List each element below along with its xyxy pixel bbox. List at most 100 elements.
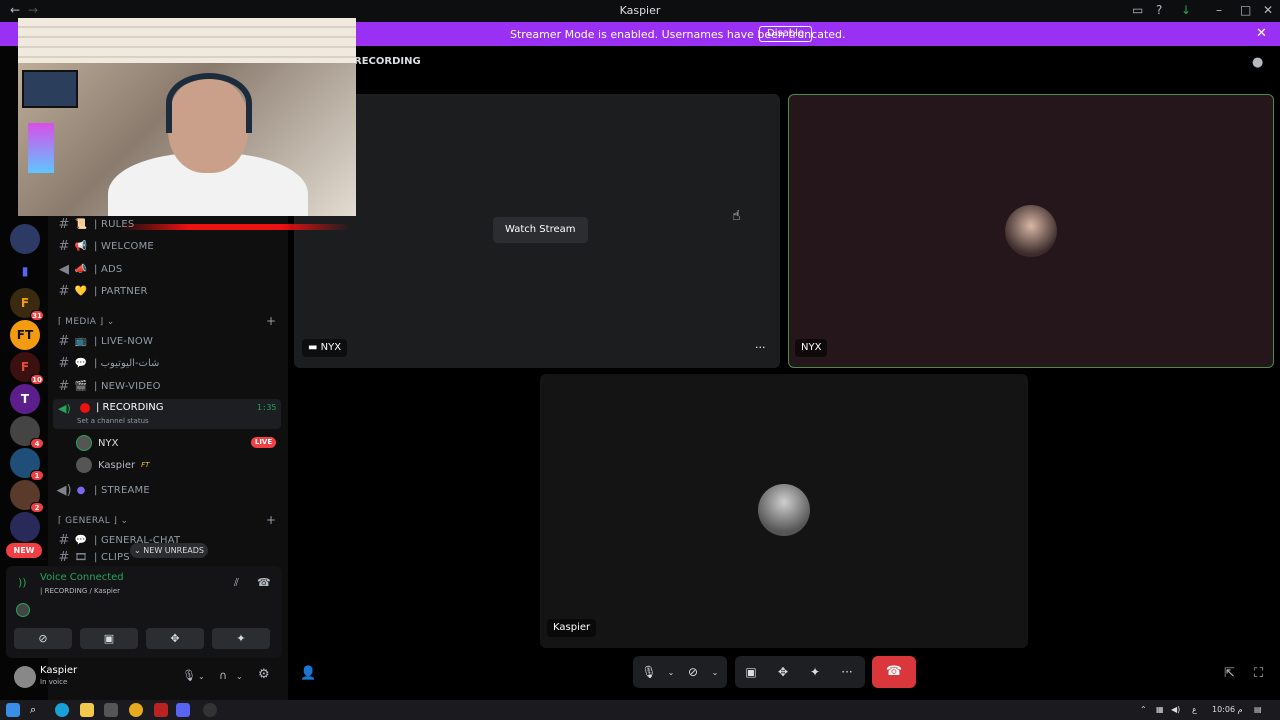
avatar[interactable] [14,666,36,688]
inbox-icon[interactable]: ▭ [1132,3,1143,17]
channel-name: | WELCOME [94,240,154,252]
server-icon[interactable] [10,512,40,542]
notifications-icon[interactable]: ▤ [1254,705,1262,714]
tile-label: NYX [795,339,828,357]
channel-name: | شات-اليوتيوب [94,357,160,369]
channel-streame[interactable]: ◀) ● | STREAME [56,479,284,501]
window-title: Kaspier [619,4,661,17]
camera-off-icon[interactable]: ⊘ [677,665,709,679]
user-tile-nyx[interactable]: NYX [788,94,1274,368]
server-icon[interactable] [10,224,40,254]
channel-status[interactable]: Set a channel status [77,417,149,425]
mention-badge: 2 [30,502,44,513]
share-screen-button[interactable]: ▣ [80,628,138,649]
popout-icon[interactable]: ⇱ [1224,666,1235,681]
chevron-down-icon[interactable]: ⌄ [198,672,205,681]
blinds [18,18,356,63]
watch-stream-button[interactable]: Watch Stream [493,217,588,243]
tray-chevron-icon[interactable]: ⌃ [1140,705,1147,714]
fullscreen-icon[interactable]: ⛶ [1254,666,1263,681]
server-icon[interactable]: F 10 [10,352,44,385]
chevron-down-icon[interactable]: ⌄ [236,672,243,681]
add-user-icon[interactable]: 👤 [300,666,316,681]
activities-button[interactable]: ✥ [146,628,204,649]
chevron-down-icon[interactable]: ⌄ [709,668,721,677]
network-icon[interactable]: ▦ [1156,705,1164,714]
channel-welcome[interactable]: # 📢 | WELCOME [56,235,284,257]
activities-icon[interactable]: ✥ [767,665,799,679]
close-window-icon[interactable]: ✕ [1263,3,1273,17]
server-icon[interactable]: T [10,384,40,414]
disconnect-button[interactable]: ☎ [872,656,916,688]
download-icon[interactable]: ↓ [1181,3,1191,17]
channel-name: | STREAME [94,484,150,496]
noise-suppression-icon[interactable]: ⫽ [234,576,239,590]
start-icon[interactable] [6,703,20,717]
minimize-icon[interactable]: – [1216,3,1222,17]
folder-icon[interactable]: ▮ [10,256,40,286]
more-icon[interactable]: ··· [831,665,863,679]
clock[interactable]: 10:06 م [1212,705,1243,714]
maximize-icon[interactable]: □ [1240,3,1251,17]
new-pill[interactable]: NEW [6,543,42,558]
language-indicator[interactable]: ع [1192,705,1197,714]
tile-label: ▬ NYX [302,339,348,357]
add-channel-icon[interactable]: + [266,513,276,527]
chevron-down-icon[interactable]: ⌄ [665,668,677,677]
store-icon[interactable] [104,703,118,717]
more-options-icon[interactable]: ··· [755,341,766,354]
volume-icon[interactable]: ◀) [1171,705,1180,714]
obs-icon[interactable] [203,703,217,717]
app-icon[interactable] [154,703,168,717]
signal-icon[interactable]: )) [18,576,27,589]
search-icon[interactable]: ⌕ [30,703,44,717]
voice-user-nyx[interactable]: NYX [76,435,118,451]
new-unreads-button[interactable]: ⌄ NEW UNREADS [130,543,208,558]
explorer-icon[interactable] [80,703,94,717]
soundboard-button[interactable]: ✦ [212,628,270,649]
stream-tile-nyx[interactable]: Watch Stream ▬ NYX ··· ☝ [294,94,780,368]
user-name[interactable]: Kaspier [40,665,77,676]
channel-ads[interactable]: ◀ 📣 | ADS [56,258,284,280]
gear-icon[interactable]: ⚙ [258,667,270,682]
camera-off-button[interactable]: ⊘ [14,628,72,649]
microphone-icon[interactable]: 🎙 [633,665,665,679]
channel-partner[interactable]: # 💛 | PARTNER [56,280,284,302]
voice-user-kaspier[interactable]: Kaspier FT [76,457,149,473]
channel-recording[interactable]: ◀) | RECORDING 1:35 Set a channel status [53,399,281,429]
close-icon[interactable]: ✕ [1256,26,1267,41]
channel-new-video[interactable]: # 🎬 | NEW-VIDEO [56,375,284,397]
hash-icon: # [58,333,70,349]
hash-icon: # [58,355,70,371]
channel-name: | LIVE-NOW [94,335,154,347]
avatar[interactable] [16,603,30,617]
user-tile-kaspier[interactable]: Kaspier [540,374,1028,648]
server-icon[interactable]: 1 [10,448,44,481]
share-screen-icon[interactable]: ▣ [735,665,767,679]
screen-icon: ▬ [308,342,321,353]
edge-icon[interactable] [55,703,69,717]
headphones [166,73,252,133]
soundboard-icon[interactable]: ✦ [799,665,831,679]
microphone-icon[interactable]: 🎙 [182,669,196,682]
channel-youtube-chat[interactable]: # 💬 | شات-اليوتيوب [56,352,284,374]
chrome-icon[interactable] [129,703,143,717]
headphones-icon[interactable]: ∩ [219,669,227,682]
server-icon[interactable]: FT [10,320,40,350]
add-channel-icon[interactable]: + [266,314,276,328]
server-icon[interactable]: 4 [10,416,44,449]
server-icon[interactable]: 2 [10,480,44,513]
category-general[interactable]: ⌈ GENERAL ⌋ ⌄ [58,516,129,526]
disconnect-icon[interactable]: ☎ [257,576,271,589]
disable-button[interactable]: Disable [759,26,813,42]
voice-status[interactable]: Voice Connected [40,572,124,583]
chat-icon[interactable]: ● [1252,55,1263,70]
category-media[interactable]: ⌈ MEDIA ⌋ ⌄ [58,317,115,327]
voice-channel-path[interactable]: | RECORDING / Kaspier [40,587,120,595]
user-name: Kaspier [98,459,136,471]
user-tag: FT [141,461,150,469]
server-icon[interactable]: F 31 [10,288,44,321]
discord-icon[interactable] [176,703,190,717]
help-icon[interactable]: ? [1156,3,1162,17]
channel-live-now[interactable]: # 📺 | LIVE-NOW [56,330,284,352]
